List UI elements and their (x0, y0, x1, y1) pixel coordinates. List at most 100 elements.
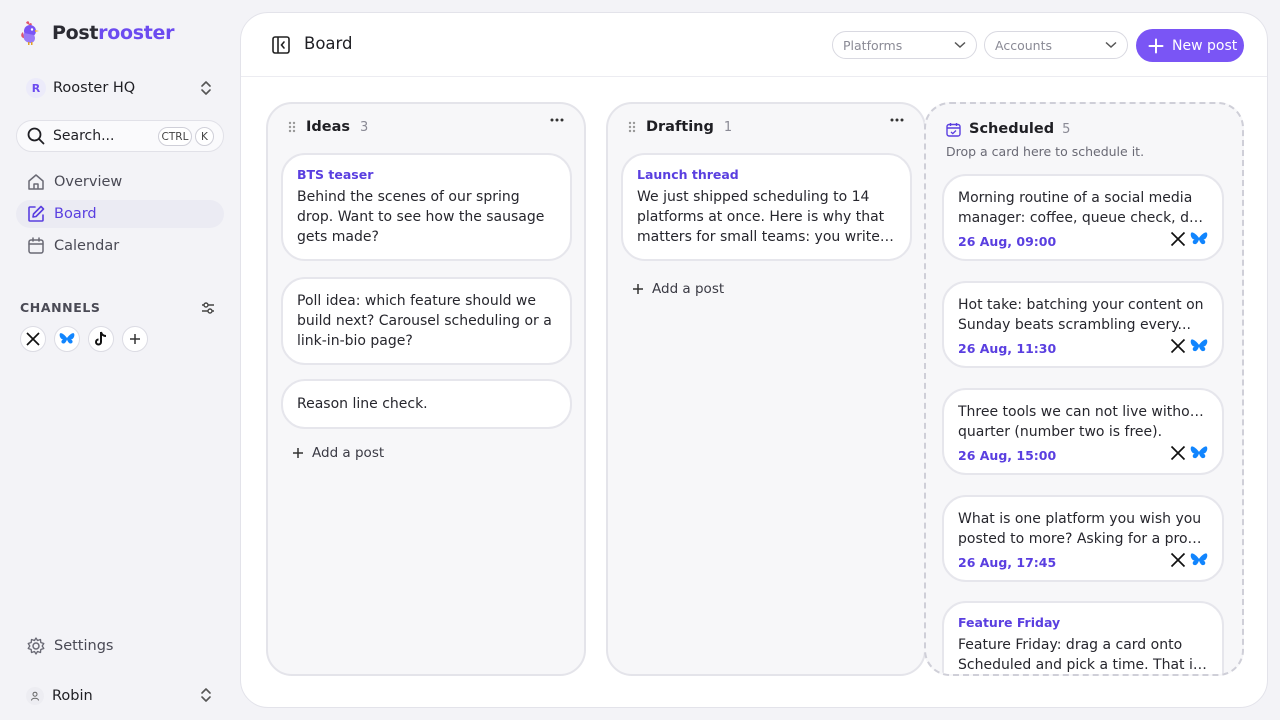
scheduled-card[interactable]: Feature Friday Feature Friday: drag a ca… (942, 601, 1224, 674)
channel-tiktok[interactable] (88, 326, 114, 352)
page-title: Board (304, 34, 353, 53)
app-name: Postrooster (52, 22, 175, 44)
card-text-line: posted to more? Asking for a product... (958, 531, 1208, 547)
bluesky-icon (1190, 339, 1208, 352)
column-count: 3 (360, 119, 369, 135)
more-icon[interactable] (550, 118, 564, 122)
card-tag: Launch thread (637, 167, 739, 182)
workspace-switcher[interactable]: R Rooster HQ (26, 76, 216, 100)
bluesky-icon (1190, 553, 1208, 566)
scheduled-card[interactable]: Three tools we can not live without this… (942, 388, 1224, 475)
card-platforms (1170, 445, 1208, 461)
edit-icon (28, 205, 45, 222)
settings-link[interactable]: Settings (26, 636, 113, 656)
nav-label-calendar: Calendar (54, 238, 120, 254)
nav-item-overview[interactable]: Overview (16, 168, 224, 196)
accounts-select[interactable]: Accounts (984, 31, 1128, 59)
search-icon (27, 127, 45, 145)
channel-x[interactable] (20, 326, 46, 352)
more-icon[interactable] (890, 118, 904, 122)
column-drafting: Drafting 1 Launch thread We just shipped… (606, 102, 926, 676)
card-text-line: Scheduled and pick a time. That is the..… (958, 657, 1208, 673)
user-menu[interactable]: Robin (26, 684, 216, 708)
channel-bluesky[interactable] (54, 326, 80, 352)
bluesky-icon (1190, 446, 1208, 459)
scheduled-card[interactable]: Hot take: batching your content on Sunda… (942, 281, 1224, 368)
search-label: Search... (53, 128, 115, 144)
column-count: 1 (723, 119, 733, 135)
gear-icon (27, 637, 45, 655)
card-text-line: platforms at once. Here is why that (637, 209, 885, 225)
post-card[interactable]: Reason line check. (281, 379, 572, 429)
main-nav: Overview Board Calendar (16, 168, 224, 264)
calendar-check-icon (946, 122, 961, 137)
post-card[interactable]: Poll idea: which feature should we build… (281, 277, 572, 365)
platforms-select[interactable]: Platforms (832, 31, 977, 59)
app-logo[interactable]: Postrooster (20, 20, 175, 46)
column-header: Ideas 3 (288, 119, 368, 135)
avatar (26, 687, 44, 705)
new-post-button[interactable]: New post (1136, 29, 1244, 62)
card-text-line: Hot take: batching your content on (958, 297, 1204, 313)
add-channel-button[interactable] (122, 326, 148, 352)
x-icon (1170, 338, 1186, 354)
calendar-icon (28, 237, 44, 254)
nav-item-board[interactable]: Board (16, 200, 224, 228)
accounts-placeholder: Accounts (995, 37, 1052, 53)
rooster-logo-icon (21, 21, 39, 45)
plus-icon (1148, 38, 1164, 53)
workspace-name: Rooster HQ (53, 80, 136, 96)
workspace-badge: R (26, 78, 46, 98)
platforms-placeholder: Platforms (843, 37, 903, 53)
card-text-line: manager: coffee, queue check, done by... (958, 210, 1208, 226)
nav-label-overview: Overview (54, 174, 123, 190)
add-post-label: Add a post (652, 281, 725, 297)
x-icon (1170, 445, 1186, 461)
column-ideas: Ideas 3 BTS teaser Behind the scenes of … (266, 102, 586, 676)
nav-item-calendar[interactable]: Calendar (16, 232, 224, 260)
column-header: Scheduled 5 (946, 121, 1070, 137)
kbd-k: K (195, 127, 214, 146)
x-icon (1170, 231, 1186, 247)
add-post-button[interactable]: Add a post (292, 445, 384, 461)
card-text-line: What is one platform you wish you (958, 511, 1202, 527)
card-platforms (1170, 338, 1208, 354)
kbd-ctrl: CTRL (158, 127, 192, 146)
drag-handle-icon[interactable] (628, 121, 636, 133)
search-input[interactable]: Search... CTRL K (16, 120, 224, 152)
channels-heading: CHANNELS (20, 300, 101, 315)
user-icon (31, 691, 39, 701)
tiktok-icon (95, 331, 107, 346)
card-text: Behind the scenes of our spring drop. Wa… (297, 189, 545, 245)
sliders-icon[interactable] (200, 300, 216, 316)
card-text: Poll idea: which feature should we build… (297, 293, 552, 349)
app-name-part2: rooster (98, 22, 175, 44)
card-platforms (1170, 231, 1208, 247)
drag-handle-icon[interactable] (288, 121, 296, 133)
add-post-button[interactable]: Add a post (632, 281, 724, 297)
post-card[interactable]: BTS teaser Behind the scenes of our spri… (281, 153, 572, 261)
card-text: Reason line check. (297, 396, 428, 412)
plus-icon (130, 334, 140, 344)
sidebar-collapse-icon[interactable] (272, 36, 290, 54)
post-card[interactable]: Launch thread We just shipped scheduling… (621, 153, 912, 261)
home-icon (28, 174, 44, 190)
card-tag: BTS teaser (297, 167, 374, 182)
settings-label: Settings (54, 638, 114, 654)
column-title: Ideas (306, 119, 351, 135)
chevron-up-down-icon (201, 688, 211, 702)
column-count: 5 (1062, 121, 1071, 137)
plus-icon (633, 284, 643, 294)
column-title: Drafting (646, 119, 714, 135)
card-text-line: matters for small teams: you write once.… (637, 229, 896, 245)
card-text-line: quarter (number two is free). (958, 424, 1163, 440)
scheduled-card[interactable]: What is one platform you wish you posted… (942, 495, 1224, 582)
bluesky-icon (59, 333, 75, 344)
chevron-down-icon (954, 41, 966, 49)
card-text-line: Feature Friday: drag a card onto (958, 637, 1183, 653)
scheduled-card[interactable]: Morning routine of a social media manage… (942, 174, 1224, 261)
add-post-label: Add a post (312, 445, 385, 461)
nav-label-board: Board (54, 206, 97, 222)
x-icon (26, 332, 40, 346)
channel-list (20, 326, 148, 352)
